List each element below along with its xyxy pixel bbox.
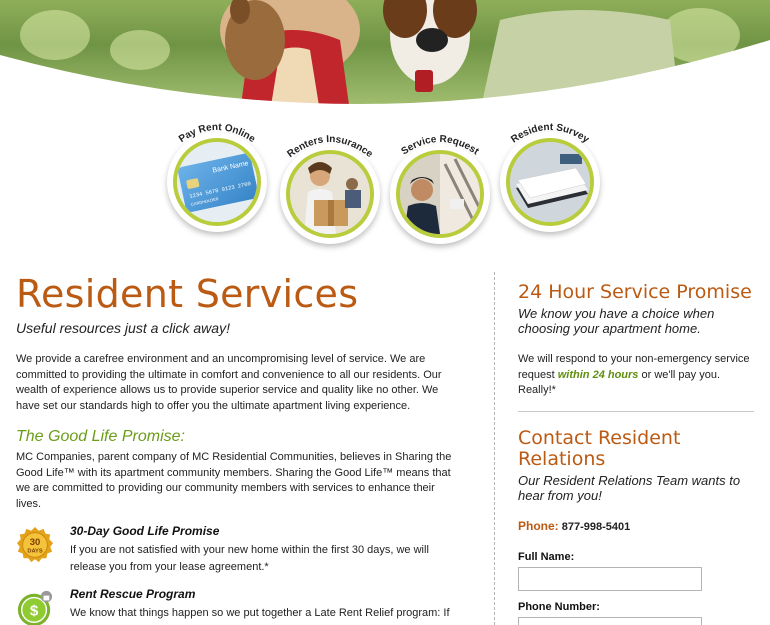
service-promise-heading: 24 Hour Service Promise: [518, 281, 752, 303]
main-content: Resident Services Useful resources just …: [16, 270, 456, 625]
quick-links-nav: Pay Rent Online Bank Name 1234 5678 9123…: [0, 110, 770, 260]
feature-30-day-promise: 30 DAYS 30-Day Good Life Promise If you …: [16, 524, 456, 575]
page-subtitle: Useful resources just a click away!: [16, 320, 230, 336]
page-title: Resident Services: [16, 272, 359, 316]
phone-number: 877-998-5401: [561, 520, 631, 533]
full-name-label: Full Name:: [518, 550, 575, 563]
feature-title: Rent Rescue Program: [70, 587, 196, 601]
repair-technician-photo: [396, 150, 484, 238]
feature-rent-rescue: $ Rent Rescue Program We know that thing…: [16, 587, 456, 625]
intro-paragraph: We provide a carefree environment and an…: [16, 353, 442, 412]
nav-resident-survey[interactable]: Resident Survey: [495, 110, 605, 250]
contact-phone: Phone: 877-998-5401: [518, 519, 754, 533]
feature-text: If you are not satisfied with your new h…: [70, 544, 429, 573]
document-stack-icon: [510, 142, 590, 222]
feature-text: We know that things happen so we put tog…: [70, 607, 452, 625]
column-divider: [494, 272, 495, 625]
phone-number-label: Phone Number:: [518, 600, 600, 613]
sidebar-divider: [518, 410, 754, 412]
dollar-lock-icon: $: [17, 590, 53, 625]
contact-heading: Contact Resident Relations: [518, 426, 681, 470]
dollar-symbol: $: [30, 603, 39, 620]
seal-number: 30: [30, 537, 41, 548]
phone-number-input[interactable]: [518, 616, 702, 625]
nav-circle: [500, 132, 600, 232]
nav-circle: Bank Name 1234 5678 9123 2700 CARDHOLDER: [167, 132, 267, 232]
service-highlight: within 24 hours: [557, 368, 639, 381]
seal-unit: DAYS: [27, 549, 42, 555]
hero-curve: [0, 40, 770, 112]
30-days-seal-icon: 30 DAYS: [16, 526, 54, 563]
sidebar: 24 Hour Service Promise We know you have…: [518, 282, 754, 625]
full-name-input[interactable]: [518, 566, 702, 591]
nav-circle: [390, 144, 490, 244]
service-promise-text: We will respond to your non-emergency se…: [518, 352, 754, 399]
contact-subheading: Our Resident Relations Team wants to hea…: [518, 472, 741, 503]
credit-card-icon: Bank Name 1234 5678 9123 2700 CARDHOLDER: [177, 142, 257, 222]
credit-card-photo: Bank Name 1234 5678 9123 2700 CARDHOLDER: [173, 138, 261, 226]
wrench-icon: [400, 154, 480, 234]
nav-renters-insurance[interactable]: Renters Insurance: [275, 122, 385, 262]
service-promise-subheading: We know you have a choice when choosing …: [518, 306, 715, 336]
good-life-promise-heading: The Good Life Promise:: [16, 428, 185, 445]
good-life-promise-text: MC Companies, parent company of MC Resid…: [16, 451, 452, 510]
hero-banner: [0, 0, 770, 112]
woman-with-box-photo: [286, 150, 374, 238]
survey-papers-photo: [506, 138, 594, 226]
moving-box-icon: [290, 154, 370, 234]
nav-service-request[interactable]: Service Request: [385, 122, 495, 262]
nav-circle: [280, 144, 380, 244]
nav-pay-rent-online[interactable]: Pay Rent Online Bank Name 1234 5678 9123…: [162, 110, 272, 250]
feature-title: 30-Day Good Life Promise: [70, 524, 220, 538]
phone-label: Phone:: [518, 518, 559, 533]
